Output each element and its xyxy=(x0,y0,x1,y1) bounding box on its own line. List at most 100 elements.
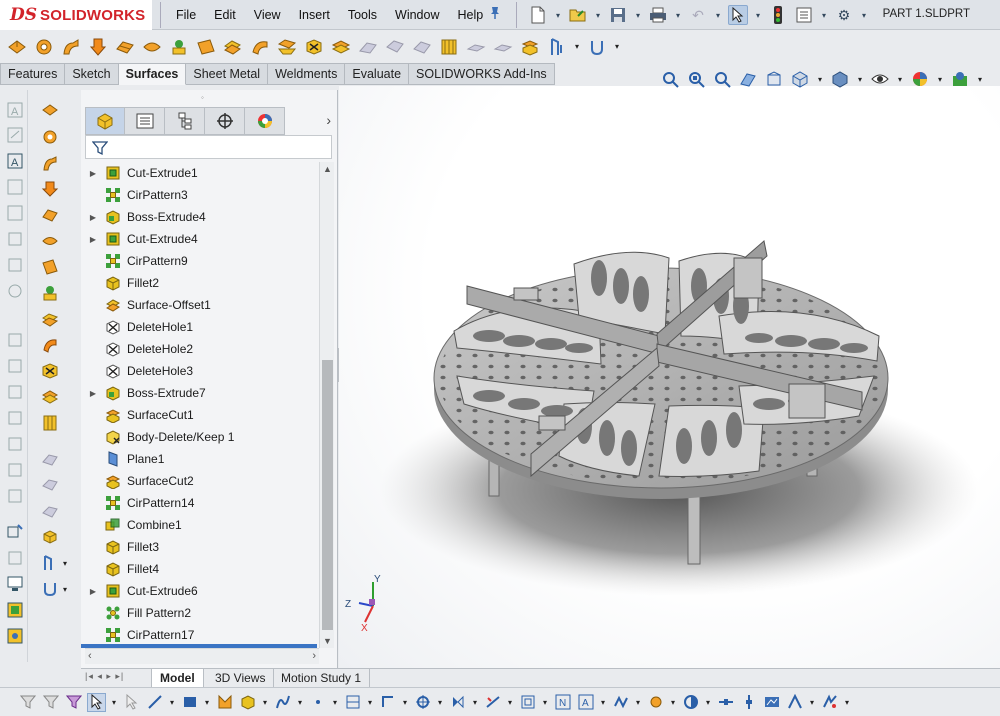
dropdown-arrow-icon[interactable]: ▾ xyxy=(599,693,607,712)
menu-tools[interactable]: Tools xyxy=(348,8,377,22)
pin-icon[interactable] xyxy=(488,6,502,23)
zoom-to-area-icon[interactable] xyxy=(686,69,706,89)
tree-item-fill-pattern2[interactable]: Fill Pattern2 xyxy=(85,602,315,624)
ruled-surface-icon[interactable] xyxy=(249,36,271,58)
tree-item-cirpattern3[interactable]: CirPattern3 xyxy=(85,184,315,206)
surface-flatten-icon[interactable] xyxy=(276,36,298,58)
offset-surface-icon[interactable] xyxy=(40,309,60,329)
planar-surface-icon[interactable] xyxy=(195,36,217,58)
section-view-icon[interactable] xyxy=(738,69,758,89)
reference-triad[interactable]: Y Z X xyxy=(345,574,381,634)
previous-view-icon[interactable] xyxy=(712,69,732,89)
sketch-tool-icon[interactable] xyxy=(5,281,25,301)
expand-arrow-icon[interactable]: ▶ xyxy=(85,389,101,398)
revolved-surface-icon[interactable] xyxy=(40,127,60,147)
vertical-relation-icon[interactable] xyxy=(739,693,758,712)
boundary-surface-icon[interactable] xyxy=(40,205,60,225)
tab-model[interactable]: Model xyxy=(151,669,204,687)
lofted-surface-icon[interactable] xyxy=(40,179,60,199)
tree-item-combine1[interactable]: Combine1 xyxy=(85,514,315,536)
displaymanager-icon[interactable] xyxy=(245,107,285,135)
line-icon[interactable] xyxy=(145,693,164,712)
scroll-left-arrow-icon[interactable]: ‹ xyxy=(88,650,92,662)
tree-item-boss-extrude7[interactable]: ▶ Boss-Extrude7 xyxy=(85,382,315,404)
expand-arrow-icon[interactable]: ▶ xyxy=(85,587,101,596)
featuremanager-tree-icon[interactable] xyxy=(85,107,125,135)
tree-item-body-delete-keep-1[interactable]: Body-Delete/Keep 1 xyxy=(85,426,315,448)
file-properties-icon[interactable] xyxy=(794,5,814,25)
thicken-icon[interactable] xyxy=(40,527,60,547)
trim-surface-icon[interactable] xyxy=(384,36,406,58)
delete-face-icon[interactable] xyxy=(303,36,325,58)
rapid-sketch-icon[interactable] xyxy=(820,693,839,712)
quick-snaps-icon[interactable] xyxy=(785,693,804,712)
planar-surface-icon[interactable] xyxy=(40,257,60,277)
tab-weldments[interactable]: Weldments xyxy=(268,63,346,85)
tab-evaluate[interactable]: Evaluate xyxy=(345,63,410,85)
tree-item-surfacecut2[interactable]: SurfaceCut2 xyxy=(85,470,315,492)
tab-solidworks-add-ins[interactable]: SOLIDWORKS Add-Ins xyxy=(409,63,555,85)
tree-item-cirpattern17[interactable]: CirPattern17 xyxy=(85,624,315,644)
new-document-icon[interactable] xyxy=(528,5,548,25)
dropdown-arrow-icon[interactable]: ▾ xyxy=(168,693,176,712)
dropdown-arrow-icon[interactable]: ▾ xyxy=(110,693,118,712)
sketch-dimension-icon[interactable] xyxy=(343,693,362,712)
curves-icon[interactable] xyxy=(40,579,60,599)
tree-item-boss-extrude4[interactable]: ▶ Boss-Extrude4 xyxy=(85,206,315,228)
thickened-cut-icon[interactable] xyxy=(492,36,514,58)
scene-icon[interactable] xyxy=(5,626,25,646)
add-relation-icon[interactable] xyxy=(611,693,630,712)
filter-active-icon[interactable] xyxy=(64,693,83,712)
tree-item-cut-extrude6[interactable]: ▶ Cut-Extrude6 xyxy=(85,580,315,602)
filled-surface-icon[interactable] xyxy=(40,231,60,251)
tab-sheet-metal[interactable]: Sheet Metal xyxy=(186,63,269,85)
dropdown-arrow-icon[interactable]: ▾ xyxy=(261,693,269,712)
sketch-tool-icon[interactable] xyxy=(5,330,25,350)
chevron-right-icon[interactable]: › xyxy=(326,112,331,128)
tree-item-surface-offset1[interactable]: Surface-Offset1 xyxy=(85,294,315,316)
sketch-tool-icon[interactable] xyxy=(5,229,25,249)
menu-help[interactable]: Help xyxy=(458,8,484,22)
expand-arrow-icon[interactable]: ▶ xyxy=(85,213,101,222)
replace-face-icon[interactable] xyxy=(330,36,352,58)
sketch-tool-icon[interactable] xyxy=(5,356,25,376)
dropdown-arrow-icon[interactable]: ▾ xyxy=(808,693,816,712)
tree-item-surfacecut1[interactable]: SurfaceCut1 xyxy=(85,404,315,426)
filter-toggle-icon[interactable] xyxy=(41,693,60,712)
curves-icon[interactable] xyxy=(586,36,608,58)
knit-surface-icon[interactable] xyxy=(40,413,60,433)
boundary-surface-icon[interactable] xyxy=(114,36,136,58)
extruded-surface-icon[interactable] xyxy=(6,36,28,58)
panel-grip[interactable]: ◦ xyxy=(201,93,204,102)
feature-tree-filter[interactable] xyxy=(85,135,332,159)
dropdown-arrow-icon[interactable]: ▾ xyxy=(936,69,944,89)
dropdown-arrow-icon[interactable]: ▾ xyxy=(471,693,479,712)
swept-surface-icon[interactable] xyxy=(60,36,82,58)
tree-item-deletehole3[interactable]: DeleteHole3 xyxy=(85,360,315,382)
tree-item-cirpattern14[interactable]: CirPattern14 xyxy=(85,492,315,514)
dropdown-arrow-icon[interactable]: ▾ xyxy=(366,693,374,712)
dropdown-arrow-icon[interactable]: ▾ xyxy=(436,693,444,712)
spline-icon[interactable] xyxy=(273,693,292,712)
tab-sketch[interactable]: Sketch xyxy=(65,63,119,85)
sketch-tool-icon[interactable] xyxy=(5,548,25,568)
display-style-icon[interactable] xyxy=(5,574,25,594)
propertymanager-icon[interactable] xyxy=(125,107,165,135)
undo-icon[interactable]: ↶ xyxy=(688,5,708,25)
dropdown-arrow-icon[interactable]: ▾ xyxy=(860,5,868,25)
lofted-surface-icon[interactable] xyxy=(87,36,109,58)
sketch-tool-icon[interactable] xyxy=(5,486,25,506)
sketch-tool-icon[interactable] xyxy=(5,434,25,454)
save-icon[interactable] xyxy=(608,5,628,25)
dropdown-arrow-icon[interactable]: ▾ xyxy=(669,693,677,712)
scroll-up-arrow-icon[interactable]: ▲ xyxy=(323,164,332,174)
sketch-shape-icon[interactable] xyxy=(5,125,25,145)
centerline-icon[interactable] xyxy=(378,693,397,712)
extend-surface-icon[interactable] xyxy=(40,449,60,469)
dropdown-arrow-icon[interactable]: ▾ xyxy=(634,5,642,25)
dropdown-arrow-icon[interactable]: ▾ xyxy=(816,69,824,89)
tree-item-plane1[interactable]: Plane1 xyxy=(85,448,315,470)
dropdown-arrow-icon[interactable]: ▾ xyxy=(843,693,851,712)
selection-filter-icon[interactable] xyxy=(18,693,37,712)
open-folder-icon[interactable] xyxy=(568,5,588,25)
